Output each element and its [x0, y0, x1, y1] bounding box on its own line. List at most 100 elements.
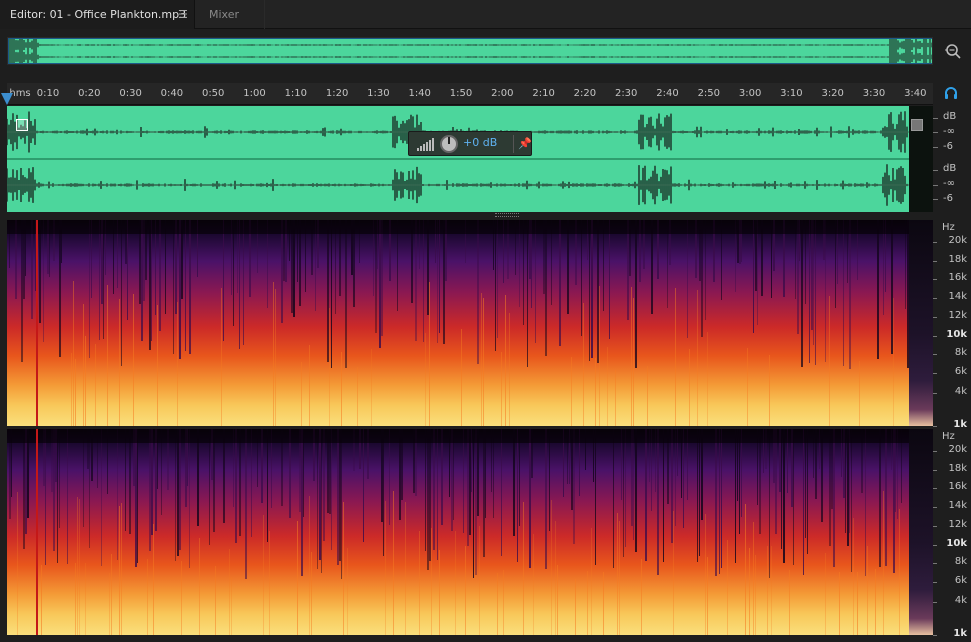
spectrogram-streak	[213, 429, 215, 532]
spectrogram-streak	[189, 429, 190, 568]
spectrogram-streak	[715, 429, 717, 576]
spectrogram-streak	[41, 565, 42, 635]
hz-tick	[933, 426, 937, 427]
tab-editor[interactable]: Editor: 01 - Office Plankton.mp3 ☰	[0, 0, 195, 29]
visible-range-bar[interactable]	[8, 38, 932, 64]
spectrogram-streak	[273, 282, 274, 426]
spectrogram-streak	[745, 504, 746, 635]
playhead-marker[interactable]	[1, 93, 13, 105]
spectrogram-streak	[269, 531, 270, 635]
spectrogram-streak	[127, 220, 128, 320]
spectrogram-streak	[501, 429, 502, 556]
ruler-tick-label: 1:10	[284, 88, 308, 99]
volume-knob-icon[interactable]	[440, 135, 458, 153]
db-minus6-ch1: -6	[943, 141, 953, 152]
spectrogram-streak	[801, 220, 803, 367]
spectrogram-streak	[747, 348, 748, 426]
fade-in-handle[interactable]	[16, 119, 28, 131]
spectrogram-streak	[473, 429, 474, 578]
spectrogram-streak	[623, 429, 624, 557]
time-ruler[interactable]: hms 0:10 0:20 0:30 0:40 0:50 1:00 1:10 1:20 1:30…	[7, 83, 933, 105]
hud-divider	[513, 135, 514, 153]
spectrogram-streak	[431, 528, 432, 635]
spectrogram-streak	[839, 572, 840, 635]
hz-label: 1k	[953, 628, 967, 639]
hz-label: 4k	[954, 386, 967, 397]
spectrogram-streak	[529, 429, 531, 568]
ruler-tick-label: 2:00	[491, 88, 514, 99]
hz-label: 20k	[948, 235, 967, 246]
spectrogram-streak	[425, 333, 426, 426]
spectrogram-streak	[341, 429, 342, 579]
db-tick	[933, 185, 938, 186]
ruler-tick-label: 3:00	[738, 88, 762, 99]
spectrogram-channel-2[interactable]	[7, 429, 933, 635]
hz-label: 12k	[948, 310, 967, 321]
spectrogram-streak	[235, 429, 237, 543]
hz-label: 16k	[948, 272, 967, 283]
spectrogram-streak	[497, 573, 498, 635]
headphones-icon[interactable]	[944, 86, 958, 100]
waveform-display[interactable]	[7, 106, 909, 212]
spectrogram-streak	[631, 287, 632, 426]
spectrogram-streak	[833, 429, 835, 567]
spectrogram-streak	[427, 429, 429, 570]
zoom-magnifier-icon[interactable]	[944, 42, 962, 60]
hz-label: 8k	[954, 347, 967, 358]
spectrogram-streak	[829, 429, 831, 546]
spectrogram-streak	[619, 521, 620, 635]
spectrogram-streak	[309, 496, 310, 635]
spectrogram-streak	[319, 429, 321, 560]
spectrogram-streak	[337, 429, 339, 565]
spectrogram-streak	[899, 509, 900, 635]
tab-mixer[interactable]: Mixer	[195, 0, 265, 29]
hz-label: 18k	[948, 463, 967, 474]
spectrogram-streak	[157, 305, 158, 426]
hz-tick	[933, 635, 937, 636]
hz-tick	[933, 602, 937, 603]
spectrogram-streak	[859, 361, 860, 426]
pin-icon[interactable]: 📌	[518, 137, 532, 150]
volume-value[interactable]: +0 dB	[463, 136, 497, 149]
spectrogram-streak	[705, 514, 706, 635]
spectrogram-streak	[757, 220, 758, 325]
spectrogram-streak	[753, 220, 754, 333]
spectrogram-streak	[893, 429, 895, 573]
spectrogram-streak	[135, 429, 137, 567]
spectrogram-streak	[803, 429, 804, 575]
spectrogram-streak	[389, 429, 390, 525]
panel-resize-grip[interactable]	[495, 213, 519, 217]
volume-hud[interactable]: +0 dB 📌	[408, 131, 532, 156]
hz-label: 10k	[946, 329, 967, 340]
spectrogram-streak	[815, 220, 816, 365]
spectrogram-streak	[589, 220, 590, 361]
fade-out-handle[interactable]	[911, 119, 923, 131]
spectrogram-streak	[301, 362, 302, 426]
spectrogram-streak	[39, 220, 41, 323]
spectrogram-streak	[363, 429, 364, 542]
spectrogram-streak	[647, 366, 648, 426]
spectrogram-streak	[117, 429, 118, 560]
spectrogram-streak	[807, 429, 808, 554]
spectrogram-streak	[533, 534, 534, 635]
spectrogram-streak	[393, 491, 394, 635]
spectrogram-streak	[805, 429, 806, 538]
spectrogram-streak	[719, 429, 720, 574]
spectrogram-streak	[567, 220, 569, 314]
spectrogram-streak	[405, 502, 406, 635]
spectrogram-top-band	[7, 429, 909, 443]
spectrogram-streak	[59, 220, 61, 357]
spectrogram-streak	[327, 220, 329, 362]
spectrogram-streak	[475, 429, 477, 575]
spectrogram-channel-1[interactable]	[7, 220, 933, 426]
spectrogram-texture	[7, 220, 909, 426]
hz-tick	[933, 526, 937, 527]
overview-navigator[interactable]	[7, 37, 933, 65]
hz-label: 6k	[954, 366, 967, 377]
ruler-tick-label: 1:40	[408, 88, 431, 99]
spectrogram-streak	[433, 429, 435, 550]
hamburger-menu-icon[interactable]: ☰	[178, 0, 188, 29]
spectrogram-streak	[309, 345, 310, 426]
spectrogram-streak	[607, 347, 608, 426]
spectrogram-streak	[759, 429, 761, 534]
